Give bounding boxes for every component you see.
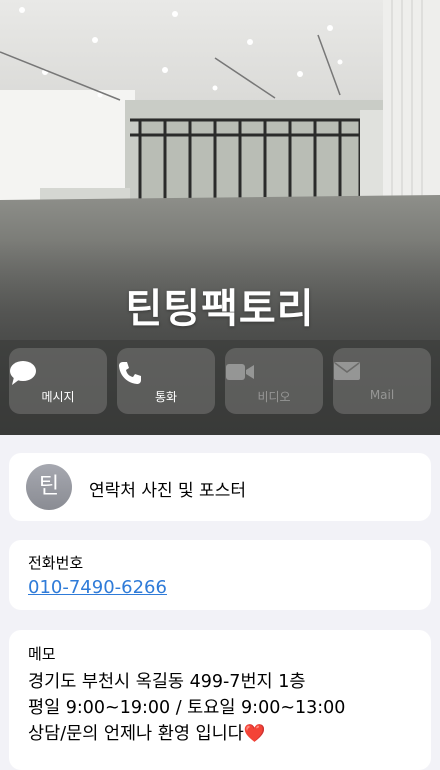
photo-poster-label: 연락처 사진 및 포스터 xyxy=(89,481,246,501)
message-button[interactable]: 메시지 xyxy=(9,348,107,414)
memo-line-welcome-text: 상담/문의 언제나 환영 입니다 xyxy=(28,724,244,744)
phone-icon xyxy=(117,360,215,386)
contact-name: 틴팅팩토리 xyxy=(125,286,315,332)
video-label: 비디오 xyxy=(257,390,291,404)
mail-label: Mail xyxy=(369,388,395,402)
message-icon xyxy=(9,360,107,386)
phone-number-link[interactable]: 010-7490-6266 xyxy=(28,577,167,598)
avatar: 틴 xyxy=(26,464,72,510)
call-button[interactable]: 통화 xyxy=(117,348,215,414)
contact-photo-poster-row[interactable]: 틴 연락처 사진 및 포스터 xyxy=(9,453,431,521)
contact-poster: 틴팅팩토리 메시지 통화 비디오 Mail xyxy=(0,0,440,435)
action-bar: 메시지 통화 비디오 Mail xyxy=(9,348,431,414)
mail-button[interactable]: Mail xyxy=(333,348,431,414)
memo-line-welcome: 상담/문의 언제나 환영 입니다❤️ xyxy=(28,720,266,745)
memo-field-label: 메모 xyxy=(28,645,56,663)
memo-line-hours: 평일 9:00~19:00 / 토요일 9:00~13:00 xyxy=(28,698,346,718)
phone-field-label: 전화번호 xyxy=(28,554,84,572)
phone-card: 전화번호 010-7490-6266 xyxy=(9,540,431,610)
video-icon xyxy=(225,360,323,386)
heart-emoji: ❤️ xyxy=(243,724,266,744)
mail-icon xyxy=(333,360,431,386)
video-button[interactable]: 비디오 xyxy=(225,348,323,414)
call-label: 통화 xyxy=(154,390,178,404)
memo-card: 메모 경기도 부천시 옥길동 499-7번지 1층 평일 9:00~19:00 … xyxy=(9,630,431,770)
message-label: 메시지 xyxy=(41,390,75,404)
memo-line-address: 경기도 부천시 옥길동 499-7번지 1층 xyxy=(28,672,306,692)
